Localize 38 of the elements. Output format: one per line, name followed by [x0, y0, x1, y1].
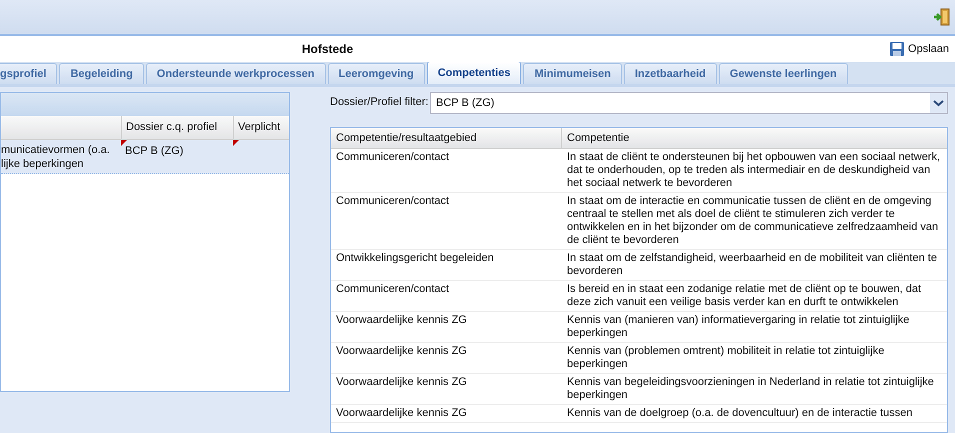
- table-cell-text: Voorwaardelijke kennis ZG: [335, 314, 468, 328]
- filter-dropdown[interactable]: BCP B (ZG): [430, 92, 948, 114]
- table-cell: BCP B (ZG): [125, 145, 184, 157]
- table-cell-text: In staat de cliënt te ondersteunen bij het opbouwen van een sociaal netwerk, dat te onderhouden, op te treden als intermediair en de deskundigheid van het sociaal netwerk te bevorderen: [566, 151, 942, 190]
- table-cell-text: Voorwaardelijke kennis ZG: [335, 407, 468, 420]
- tab[interactable]: Begeleiding: [59, 63, 144, 84]
- filter-label: Dossier/Profiel filter:: [330, 95, 430, 109]
- table-cell-text: Voorwaardelijke kennis ZG: [335, 345, 468, 359]
- table-cell-text: In staat om de interactie en communicatie tussen de cliënt en de omgeving centraal te stellen met als doel de cliënt te stimuleren zich verder te ontwikkelen en in het bijzonder om de communicatieve zelfredzaamheid van de cliënt te bevorderen: [566, 195, 940, 247]
- table-cell-text: Kennis van (manieren van) informatievergaring in relatie tot zintuiglijke beperkingen: [566, 314, 910, 340]
- grid-row[interactable]: municatievormen (o.a. lijke beperkingen BCP B (ZG): [1, 140, 289, 174]
- column-header[interactable]: Competentie: [562, 128, 947, 148]
- tab[interactable]: gsprofiel: [0, 63, 58, 84]
- table-cell-text: municatievormen (o.a.: [1, 143, 111, 157]
- table-cell-text: lijke beperkingen: [1, 157, 85, 171]
- tab[interactable]: Minimumeisen: [523, 63, 622, 84]
- tab[interactable]: Competenties: [426, 61, 522, 84]
- table-cell-text: Kennis van (problemen omtrent) mobiliteit in relatie tot zintuiglijke beperkingen: [566, 345, 886, 371]
- column-header[interactable]: Verplicht: [233, 116, 289, 139]
- save-button[interactable]: Opslaan: [887, 39, 951, 59]
- table-cell-text: Ontwikkelingsgericht begeleiden: [335, 252, 495, 266]
- table-cell-text: In staat om de zelfstandigheid, weerbaarheid en de mobiliteit van cliënten te bevorderen: [566, 252, 938, 278]
- exit-door-icon[interactable]: [933, 8, 951, 26]
- column-header[interactable]: Competentie/resultaatgebied: [331, 128, 562, 148]
- table-cell-text: Communiceren/contact: [335, 283, 450, 297]
- dropdown-value: BCP B (ZG): [435, 96, 496, 111]
- table-cell-text: Kennis van de doelgroep (o.a. de dovencultuur) en de interactie tussen: [566, 407, 914, 420]
- column-header[interactable]: Dossier c.q. profiel: [121, 116, 233, 139]
- tab[interactable]: Leeromgeving: [328, 63, 425, 84]
- table-cell-text: Communiceren/contact: [335, 195, 450, 209]
- tab[interactable]: Ondersteunde werkprocessen: [146, 63, 326, 84]
- table-cell-text: Communiceren/contact: [335, 151, 450, 165]
- table-cell-text: Kennis van begeleidingsvoorzieningen in Nederland in relatie tot zintuiglijke beperkingen: [566, 376, 935, 402]
- table-cell-text: Voorwaardelijke kennis ZG: [335, 376, 468, 390]
- table-cell-text: Is bereid en in staat een zodanige relatie met de cliënt op te bouwen, dat deze zich vanuit een veilige basis verder kan en durft te ontwikkelen: [566, 283, 922, 309]
- tab[interactable]: Inzetbaarheid: [624, 63, 717, 84]
- tab[interactable]: Gewenste leerlingen: [718, 63, 848, 84]
- window-title: Hofstede: [302, 41, 354, 58]
